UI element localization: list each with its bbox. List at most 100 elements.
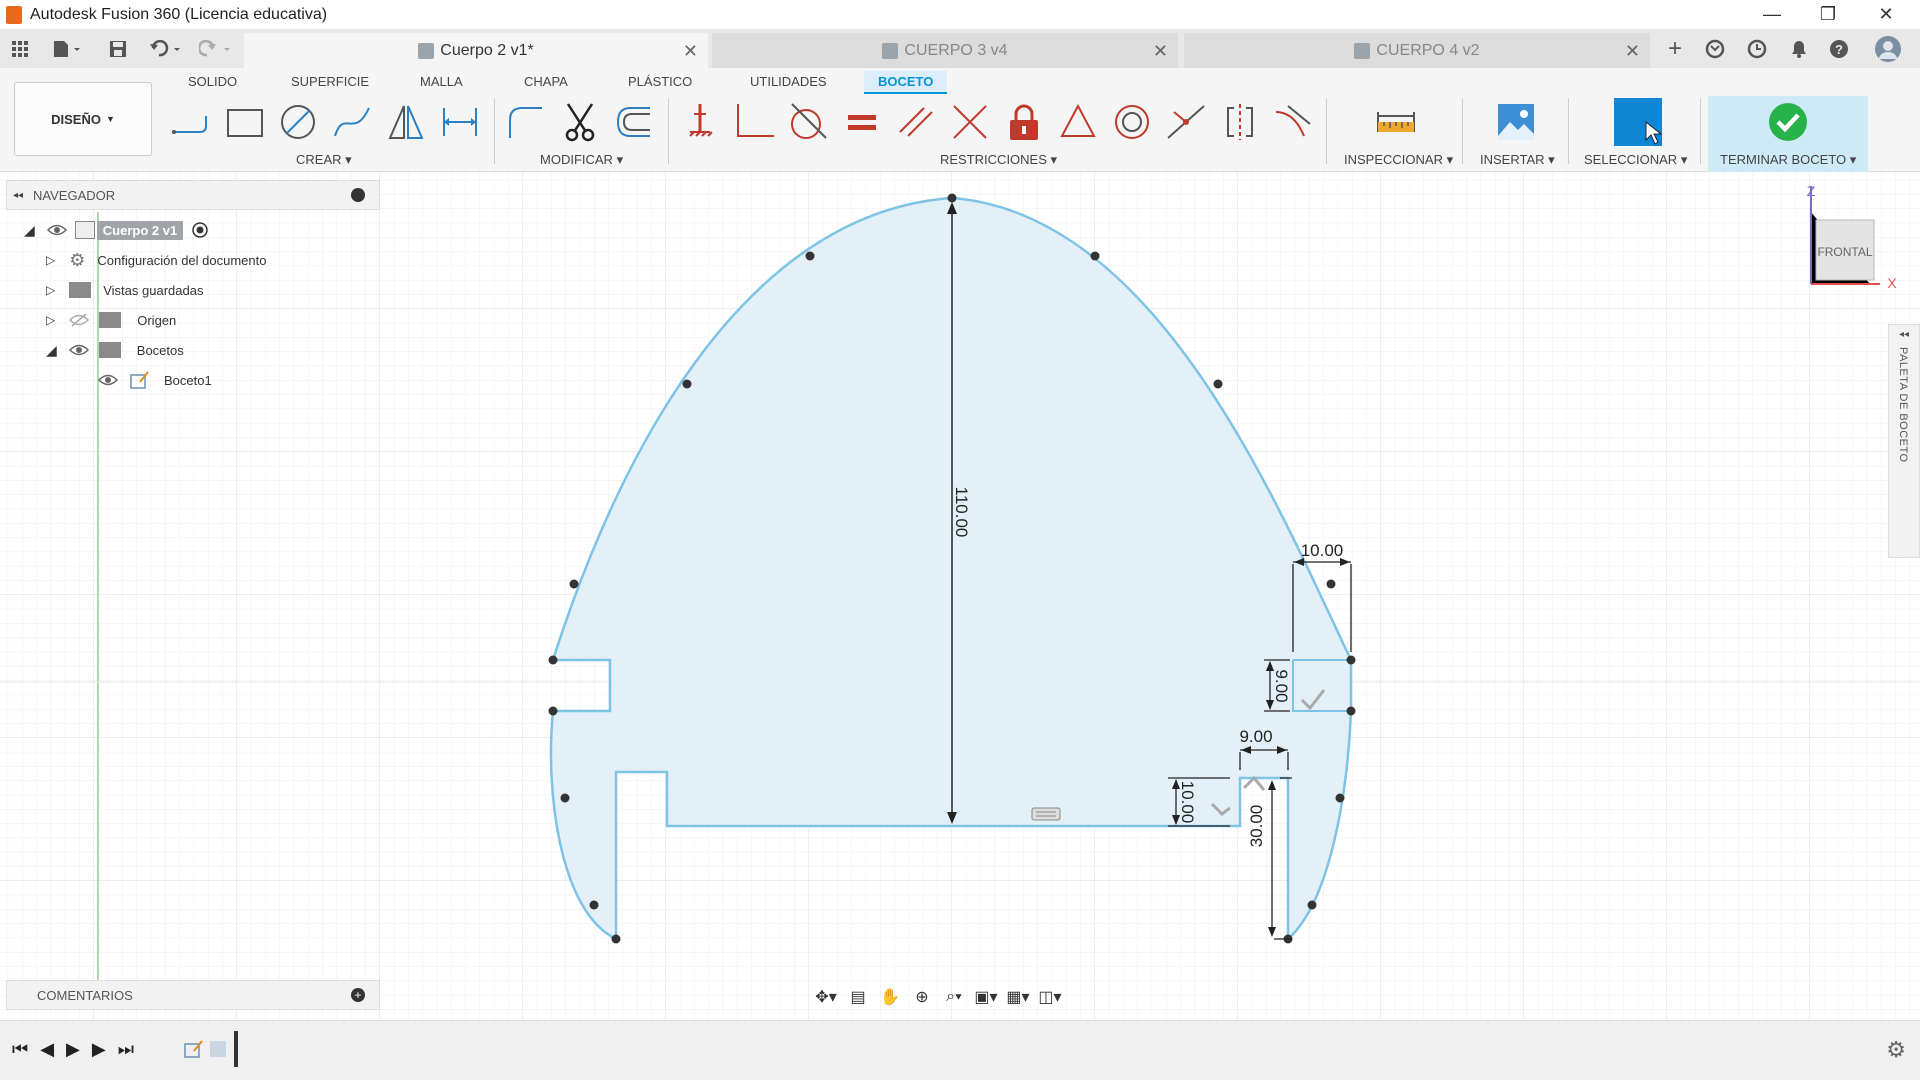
browser-root-row[interactable]: ◢ Cuerpo 2 v1 xyxy=(24,218,209,242)
document-tab-cuerpo-2[interactable]: Cuerpo 2 v1* ✕ xyxy=(244,33,708,68)
file-menu-icon[interactable] xyxy=(48,37,86,61)
minimize-button[interactable]: — xyxy=(1744,0,1800,29)
maximize-button[interactable]: ❐ xyxy=(1800,0,1856,29)
measure-ruler-icon[interactable] xyxy=(1376,102,1416,142)
zoom-icon[interactable]: ⊕ xyxy=(906,982,938,1012)
inspeccionar-menu[interactable]: INSPECCIONAR ▾ xyxy=(1344,152,1453,168)
expand-triangle-icon[interactable]: ◢ xyxy=(46,342,57,359)
restricciones-menu[interactable]: RESTRICCIONES ▾ xyxy=(940,152,1057,168)
expand-triangle-icon[interactable]: ◢ xyxy=(24,222,35,239)
play-icon[interactable]: ▶ xyxy=(66,1039,80,1060)
sketch-canvas[interactable]: 110.00 10.00 9.00 9.00 10.00 30.00 FRONT… xyxy=(0,172,1920,1020)
parallel-constraint-icon[interactable] xyxy=(896,102,936,142)
grid-settings-icon[interactable]: ▦▾ xyxy=(1002,982,1034,1012)
tab-malla[interactable]: MALLA xyxy=(420,74,463,89)
look-at-icon[interactable]: ▤ xyxy=(842,982,874,1012)
document-tab-cuerpo-4[interactable]: CUERPO 4 v2 ✕ xyxy=(1184,33,1650,68)
orbit-icon[interactable]: ✥▾ xyxy=(810,982,842,1012)
timeline-marker[interactable] xyxy=(234,1031,238,1067)
extensions-icon[interactable] xyxy=(1702,37,1728,61)
sketch-dimension-icon[interactable] xyxy=(440,102,480,142)
tab-utilidades[interactable]: UTILIDADES xyxy=(750,74,827,89)
tab-boceto[interactable]: BOCETO xyxy=(864,71,948,94)
tab-chapa[interactable]: CHAPA xyxy=(524,74,568,89)
expand-triangle-icon[interactable]: ▷ xyxy=(46,253,55,267)
seleccionar-menu[interactable]: SELECCIONAR ▾ xyxy=(1584,152,1687,168)
undo-icon[interactable] xyxy=(146,37,186,61)
browser-item-sketches[interactable]: ◢ Bocetos xyxy=(46,338,184,362)
redo-icon[interactable] xyxy=(196,37,236,61)
spline-tool-icon[interactable] xyxy=(332,102,372,142)
tab-superficie[interactable]: SUPERFICIE xyxy=(291,74,369,89)
close-tab-icon[interactable]: ✕ xyxy=(1625,41,1640,62)
minimize-panel-icon[interactable] xyxy=(351,188,365,202)
browser-item-label: Configuración del documento xyxy=(97,252,267,268)
perpendicular-constraint-icon[interactable] xyxy=(950,102,990,142)
fillet-tool-icon[interactable] xyxy=(506,102,546,142)
workspace-switcher[interactable]: DISEÑO ▼ xyxy=(14,82,152,156)
help-icon[interactable]: ? xyxy=(1826,37,1852,61)
workspace-label: DISEÑO xyxy=(51,111,101,127)
step-forward-icon[interactable]: ▶︎ xyxy=(92,1039,106,1060)
trim-scissors-icon[interactable] xyxy=(560,102,600,142)
title-bar: Autodesk Fusion 360 (Licencia educativa)… xyxy=(0,0,1920,29)
visibility-eye-icon[interactable] xyxy=(46,223,67,237)
mirror-tool-icon[interactable] xyxy=(386,102,426,142)
circle-tool-icon[interactable] xyxy=(278,102,318,142)
collapse-panel-icon[interactable]: ◂◂ xyxy=(13,190,23,201)
notifications-bell-icon[interactable] xyxy=(1786,37,1812,61)
expand-triangle-icon[interactable]: ▷ xyxy=(46,283,55,297)
go-to-end-icon[interactable]: ⏭ xyxy=(118,1039,134,1060)
close-tab-icon[interactable]: ✕ xyxy=(1153,41,1168,62)
offset-tool-icon[interactable] xyxy=(614,102,654,142)
tab-plastico[interactable]: PLÁSTICO xyxy=(628,74,692,89)
visibility-eye-icon[interactable] xyxy=(68,343,89,357)
hidden-eye-icon[interactable] xyxy=(69,313,90,327)
midpoint-constraint-icon[interactable] xyxy=(1166,102,1206,142)
new-tab-button[interactable]: + xyxy=(1662,35,1688,62)
curvature-constraint-icon[interactable] xyxy=(1274,102,1314,142)
line-tool-icon[interactable] xyxy=(170,102,210,142)
save-icon[interactable] xyxy=(106,37,130,61)
close-button[interactable]: ✕ xyxy=(1858,0,1914,29)
select-tool-icon[interactable] xyxy=(1614,98,1663,146)
browser-item-saved-views[interactable]: ▷ Vistas guardadas xyxy=(46,278,203,302)
display-settings-icon[interactable]: ▣▾ xyxy=(970,982,1002,1012)
browser-item-document-settings[interactable]: ▷ ⚙ Configuración del documento xyxy=(46,248,266,272)
insertar-menu[interactable]: INSERTAR ▾ xyxy=(1480,152,1555,168)
browser-item-origin[interactable]: ▷ Origen xyxy=(46,308,176,332)
step-back-icon[interactable]: ◀ xyxy=(40,1039,54,1060)
modificar-menu[interactable]: MODIFICAR ▾ xyxy=(540,152,623,168)
activate-radio-icon[interactable] xyxy=(191,221,209,239)
symmetry-triangle-icon[interactable] xyxy=(1058,102,1098,142)
add-comment-icon[interactable]: + xyxy=(351,988,365,1002)
pan-hand-icon[interactable]: ✋ xyxy=(874,982,906,1012)
browser-item-sketch1[interactable]: Boceto1 xyxy=(98,368,212,392)
viewports-icon[interactable]: ◫▾ xyxy=(1034,982,1066,1012)
timeline-sketch-icon[interactable] xyxy=(182,1039,204,1061)
tangent-constraint-icon[interactable] xyxy=(788,102,828,142)
timeline-body-icon[interactable] xyxy=(210,1041,226,1057)
tab-solido[interactable]: SOLIDO xyxy=(188,74,237,89)
visibility-eye-icon[interactable] xyxy=(98,373,118,387)
go-to-start-icon[interactable]: ⏮ xyxy=(12,1039,28,1060)
user-avatar[interactable] xyxy=(1874,36,1902,62)
apps-grid-icon[interactable] xyxy=(8,37,32,61)
expand-triangle-icon[interactable]: ▷ xyxy=(46,313,55,327)
close-tab-icon[interactable]: ✕ xyxy=(683,41,698,62)
lock-constraint-icon[interactable] xyxy=(1004,102,1044,142)
job-status-icon[interactable] xyxy=(1744,37,1770,61)
timeline-settings-gear-icon[interactable]: ⚙ xyxy=(1886,1037,1906,1063)
document-tab-cuerpo-3[interactable]: CUERPO 3 v4 ✕ xyxy=(712,33,1178,68)
sketch-palette-tab[interactable]: ◂◂ PALETA DE BOCETO xyxy=(1888,324,1920,558)
concentric-constraint-icon[interactable] xyxy=(1112,102,1152,142)
coincident-constraint-icon[interactable] xyxy=(734,102,774,142)
fit-zoom-icon[interactable]: ⌕▾ xyxy=(938,982,970,1012)
equal-constraint-icon[interactable] xyxy=(842,102,882,142)
insert-image-icon[interactable] xyxy=(1496,102,1536,142)
rectangle-tool-icon[interactable] xyxy=(224,102,264,142)
finish-sketch-button[interactable]: TERMINAR BOCETO ▾ xyxy=(1708,96,1868,172)
symmetric-constraint-icon[interactable] xyxy=(1220,102,1260,142)
crear-menu[interactable]: CREAR ▾ xyxy=(296,152,352,168)
fix-constraint-icon[interactable] xyxy=(680,102,720,142)
